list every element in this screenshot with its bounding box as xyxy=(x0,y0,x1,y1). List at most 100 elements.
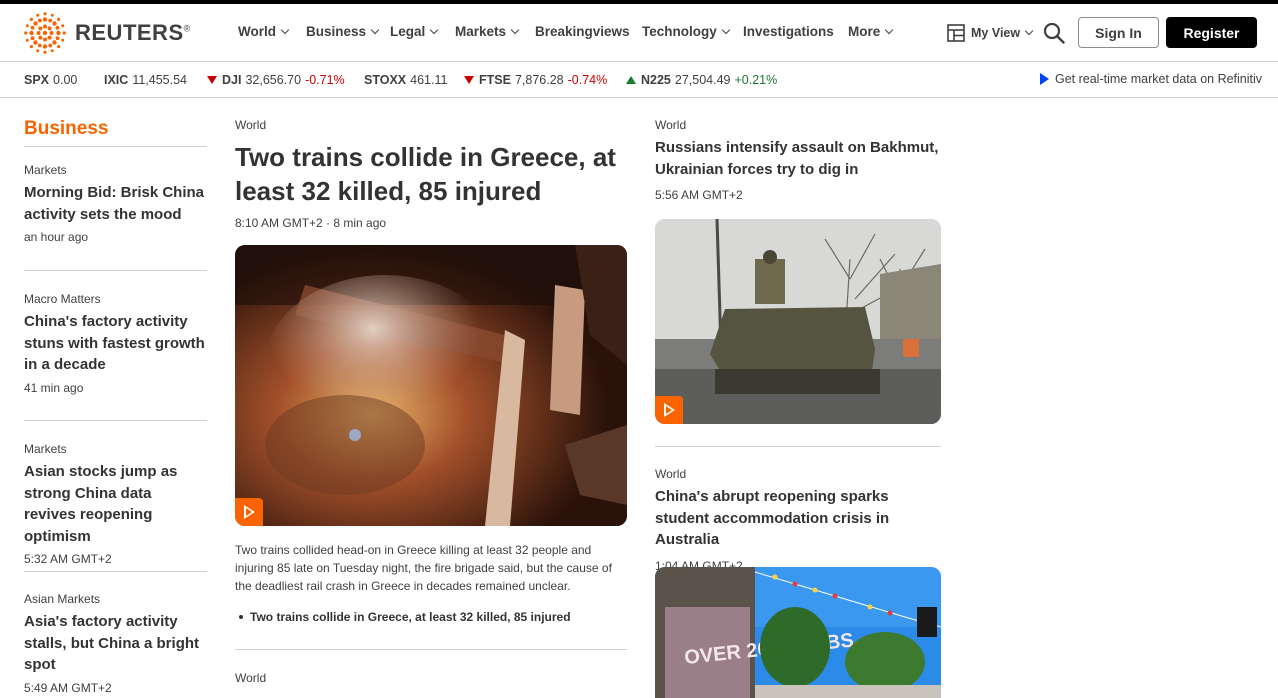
story-time: 5:32 AM GMT+2 xyxy=(24,552,112,566)
site-header: REUTERS® World Business Legal Markets Br… xyxy=(0,4,1278,62)
nav-legal[interactable]: Legal xyxy=(390,24,439,39)
reuters-logo[interactable]: REUTERS® xyxy=(24,12,191,54)
divider xyxy=(655,446,941,447)
story-headline[interactable]: Asia's factory activity stalls, but Chin… xyxy=(24,611,207,676)
story-kicker[interactable]: World xyxy=(655,118,941,132)
story-kicker[interactable]: Markets xyxy=(24,163,207,177)
ticker-value: 27,504.49 xyxy=(674,73,731,87)
sign-in-button[interactable]: Sign In xyxy=(1078,17,1159,48)
bullet-dot xyxy=(239,615,243,619)
ticker-n225[interactable]: N225 27,504.49 +0.21% xyxy=(626,73,777,87)
ticker-value: 32,656.70 xyxy=(245,73,302,87)
story-kicker[interactable]: World xyxy=(655,467,941,481)
lead-time: 8:10 AM GMT+2 · 8 min ago xyxy=(235,216,387,230)
right-story: World China's abrupt reopening sparks st… xyxy=(655,467,941,573)
my-view-menu[interactable]: My View xyxy=(947,24,1034,42)
down-arrow-icon xyxy=(464,76,474,84)
ticker-value: 461.11 xyxy=(410,73,448,87)
divider xyxy=(235,649,627,650)
ticker-stoxx[interactable]: STOXX 461.11 xyxy=(364,73,447,87)
ticker-ixic[interactable]: IXIC 11,455.54 xyxy=(104,73,187,87)
ticker-value: 11,455.54 xyxy=(132,73,187,87)
nav-markets[interactable]: Markets xyxy=(455,24,520,39)
nav-investigations[interactable]: Investigations xyxy=(743,24,834,39)
lead-kicker[interactable]: World xyxy=(235,118,627,132)
lead-headline[interactable]: Two trains collide in Greece, at least 3… xyxy=(235,140,627,208)
ticker-symbol: DJI xyxy=(222,73,242,87)
lead-story: World Two trains collide in Greece, at l… xyxy=(235,118,627,230)
layout-icon xyxy=(947,24,965,42)
story-time: 5:49 AM GMT+2 xyxy=(24,680,112,695)
story-headline[interactable]: Morning Bid: Brisk China activity sets t… xyxy=(24,182,207,225)
ticker-symbol: STOXX xyxy=(364,73,407,87)
nav-world[interactable]: World xyxy=(238,24,290,39)
ticker-change: -0.74% xyxy=(567,73,608,87)
play-icon xyxy=(1040,73,1049,85)
play-icon xyxy=(663,403,675,417)
story-kicker[interactable]: Asian Markets xyxy=(24,592,207,606)
down-arrow-icon xyxy=(207,76,217,84)
street-photo: OVER 200 CLUBS xyxy=(655,567,941,698)
video-play-badge[interactable] xyxy=(235,498,263,526)
story-headline[interactable]: China's abrupt reopening sparks student … xyxy=(655,486,941,551)
ticker-dji[interactable]: DJI 32,656.70 -0.71% xyxy=(207,73,345,87)
register-button[interactable]: Register xyxy=(1166,17,1257,48)
section-title-business[interactable]: Business xyxy=(24,118,207,147)
my-view-label: My View xyxy=(971,26,1021,40)
chevron-down-icon xyxy=(1024,26,1034,36)
market-ticker: SPX 0.00 IXIC 11,455.54 DJI 32,656.70 -0… xyxy=(0,63,1278,98)
chevron-down-icon xyxy=(370,25,380,34)
story-time: 5:56 AM GMT+2 xyxy=(655,188,743,202)
story-kicker[interactable]: Markets xyxy=(24,442,207,456)
sidebar-story: Markets Morning Bid: Brisk China activit… xyxy=(24,163,207,244)
next-story-kicker[interactable]: World xyxy=(235,671,266,685)
ticker-symbol: N225 xyxy=(641,73,671,87)
story-time: 41 min ago xyxy=(24,380,84,395)
sidebar-story: Markets Asian stocks jump as strong Chin… xyxy=(24,442,207,566)
ticker-value: 0.00 xyxy=(53,73,78,87)
ticker-change: +0.21% xyxy=(734,73,778,87)
ticker-value: 7,876.28 xyxy=(514,73,564,87)
bakhmut-tank-image[interactable] xyxy=(655,219,941,424)
reuters-logo-icon xyxy=(24,12,66,54)
chevron-down-icon xyxy=(885,25,894,34)
story-headline[interactable]: Asian stocks jump as strong China data r… xyxy=(24,461,207,547)
ticker-ftse[interactable]: FTSE 7,876.28 -0.74% xyxy=(464,73,607,87)
chevron-down-icon xyxy=(280,25,290,34)
ticker-change: -0.71% xyxy=(305,73,345,87)
lead-summary: Two trains collided head-on in Greece ki… xyxy=(235,543,612,593)
refinitiv-promo-link[interactable]: Get real-time market data on Refinitiv xyxy=(1040,72,1262,86)
chevron-down-icon xyxy=(430,25,439,34)
divider xyxy=(24,270,207,271)
lead-image-train-crash[interactable] xyxy=(235,245,627,526)
sidebar-story: Asian Markets Asia's factory activity st… xyxy=(24,592,207,695)
train-crash-image xyxy=(235,245,627,526)
video-play-badge[interactable] xyxy=(655,396,683,424)
reuters-wordmark: REUTERS® xyxy=(75,20,191,45)
chevron-down-icon xyxy=(510,25,520,34)
tank-photo xyxy=(655,219,941,424)
nav-breakingviews[interactable]: Breakingviews xyxy=(535,24,630,39)
story-kicker[interactable]: Macro Matters xyxy=(24,292,207,306)
related-story-label: Two trains collide in Greece, at least 3… xyxy=(250,610,571,624)
nav-more[interactable]: More xyxy=(848,24,894,39)
nav-business[interactable]: Business xyxy=(306,24,380,39)
ticker-symbol: IXIC xyxy=(104,73,129,87)
story-headline[interactable]: China's factory activity stuns with fast… xyxy=(24,311,207,376)
up-arrow-icon xyxy=(626,76,636,84)
sidebar-story: Macro Matters China's factory activity s… xyxy=(24,292,207,395)
chevron-down-icon xyxy=(721,25,731,34)
ticker-symbol: SPX xyxy=(24,73,50,87)
play-icon xyxy=(243,505,255,519)
related-story-link[interactable]: Two trains collide in Greece, at least 3… xyxy=(239,610,571,624)
nav-technology[interactable]: Technology xyxy=(642,24,731,39)
story-time: an hour ago xyxy=(24,230,89,244)
business-sidebar: Business xyxy=(24,118,207,147)
ticker-spx[interactable]: SPX 0.00 xyxy=(24,73,77,87)
story-headline[interactable]: Russians intensify assault on Bakhmut, U… xyxy=(655,137,941,180)
ticker-symbol: FTSE xyxy=(479,73,511,87)
search-icon[interactable] xyxy=(1043,22,1065,44)
refinitiv-promo-label: Get real-time market data on Refinitiv xyxy=(1055,72,1263,86)
australia-street-image[interactable]: OVER 200 CLUBS xyxy=(655,567,941,698)
divider xyxy=(24,571,207,572)
